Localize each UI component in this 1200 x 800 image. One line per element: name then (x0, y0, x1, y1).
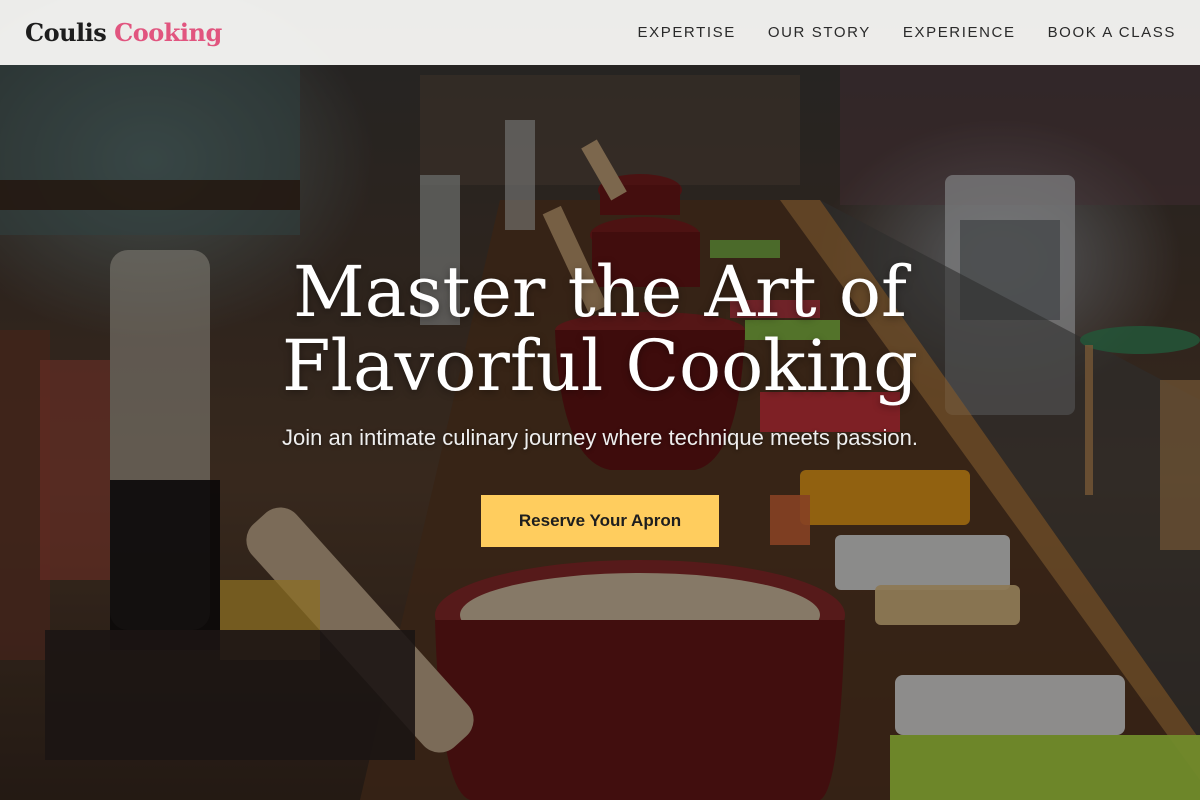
hero-section: Master the Art of Flavorful Cooking Join… (0, 255, 1200, 547)
site-header: Coulis Cooking EXPERTISE OUR STORY EXPER… (0, 0, 1200, 65)
logo-accent-text: Cooking (114, 18, 222, 47)
hero-title: Master the Art of Flavorful Cooking (281, 251, 918, 407)
nav-link-expertise[interactable]: EXPERTISE (638, 24, 736, 41)
nav-link-book-a-class[interactable]: BOOK A CLASS (1048, 24, 1176, 41)
nav-link-our-story[interactable]: OUR STORY (768, 24, 871, 41)
nav-link-experience[interactable]: EXPERIENCE (903, 24, 1016, 41)
reserve-apron-button[interactable]: Reserve Your Apron (481, 495, 719, 547)
logo-primary-text: Coulis (25, 18, 107, 47)
hero-subtitle: Join an intimate culinary journey where … (282, 425, 918, 450)
site-logo[interactable]: Coulis Cooking (25, 18, 222, 47)
main-nav: EXPERTISE OUR STORY EXPERIENCE BOOK A CL… (638, 24, 1176, 41)
